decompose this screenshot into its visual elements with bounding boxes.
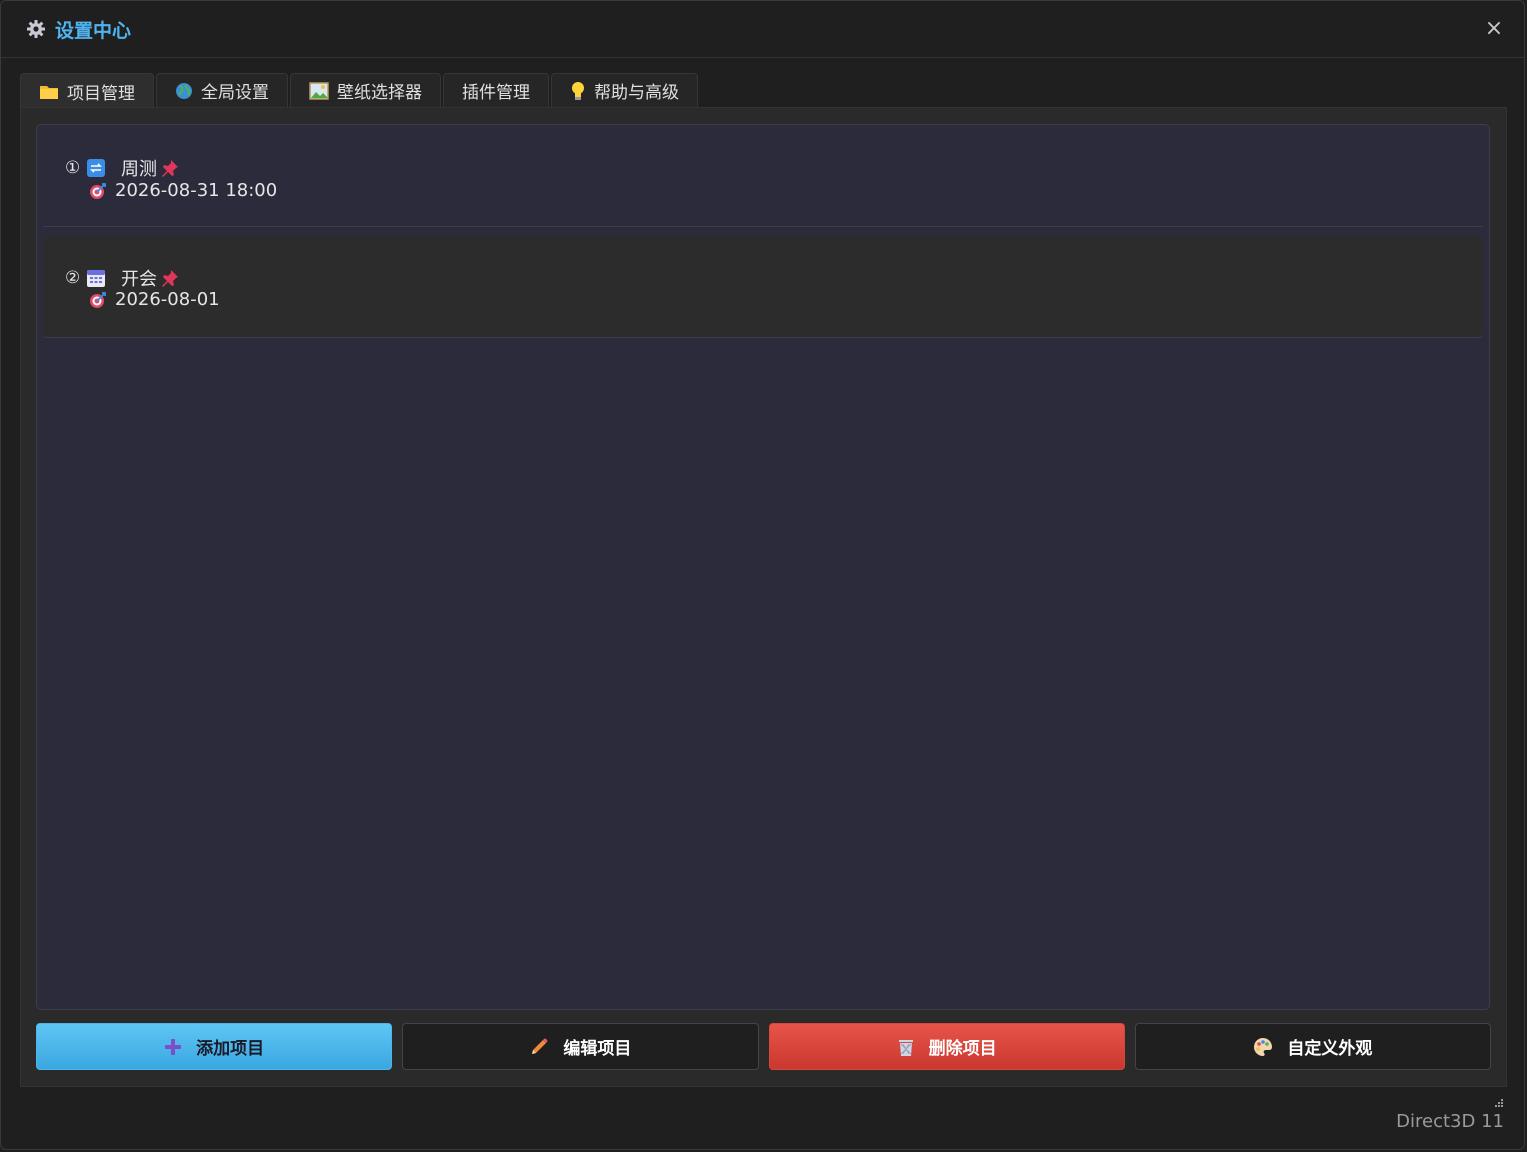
item-date: 2026-08-01 <box>115 289 220 310</box>
tab-label: 项目管理 <box>67 84 135 104</box>
tab-help-advanced[interactable]: 帮助与高级 <box>551 73 698 107</box>
list-item[interactable]: ② 开会 2026-08-01 <box>43 236 1483 338</box>
palette-icon <box>1253 1037 1273 1057</box>
plus-icon <box>164 1038 182 1056</box>
tab-wallpaper-picker[interactable]: 壁纸选择器 <box>290 73 441 107</box>
tab-panel: ① 周测 2026-08-31 18:00 ② 开会 2026-08-01 添加… <box>20 107 1507 1087</box>
tab-bar: 项目管理 全局设置 壁纸选择器 插件管理 帮助与高级 <box>20 73 700 109</box>
add-button-label: 添加项目 <box>196 1039 265 1059</box>
pin-icon <box>161 269 179 287</box>
target-icon <box>89 182 107 200</box>
settings-window: 设置中心 × 项目管理 全局设置 壁纸选择器 插件管理 帮助与高级 ① 周测 2… <box>0 0 1525 1150</box>
tab-project-management[interactable]: 项目管理 <box>20 73 154 109</box>
item-index: ② <box>65 268 81 288</box>
target-icon <box>89 291 107 309</box>
edit-project-button[interactable]: 编辑项目 <box>402 1023 759 1070</box>
title-bar[interactable]: 设置中心 × <box>1 1 1524 58</box>
add-project-button[interactable]: 添加项目 <box>36 1023 393 1070</box>
project-list[interactable]: ① 周测 2026-08-31 18:00 ② 开会 2026-08-01 <box>36 124 1490 1010</box>
tab-label: 壁纸选择器 <box>337 83 422 103</box>
repeat-icon <box>87 159 105 177</box>
tab-label: 帮助与高级 <box>594 83 679 103</box>
item-date: 2026-08-31 18:00 <box>115 180 278 201</box>
pin-icon <box>161 159 179 177</box>
status-text: Direct3D 11 <box>1396 1111 1504 1132</box>
customize-button-label: 自定义外观 <box>1287 1039 1373 1059</box>
customize-appearance-button[interactable]: 自定义外观 <box>1134 1023 1491 1070</box>
resize-grip[interactable] <box>1492 1095 1504 1107</box>
list-item[interactable]: ① 周测 2026-08-31 18:00 <box>43 125 1483 227</box>
trash-icon <box>897 1037 915 1057</box>
tab-label: 全局设置 <box>201 83 269 103</box>
tab-label: 插件管理 <box>462 83 530 103</box>
edit-button-label: 编辑项目 <box>563 1039 632 1059</box>
picture-icon <box>309 81 329 100</box>
lightbulb-icon <box>570 81 586 101</box>
globe-icon <box>175 82 193 100</box>
window-title: 设置中心 <box>55 19 132 42</box>
delete-project-button[interactable]: 删除项目 <box>768 1023 1125 1070</box>
tab-plugin-management[interactable]: 插件管理 <box>443 73 549 107</box>
close-button[interactable]: × <box>1482 17 1506 41</box>
calendar-icon <box>87 269 105 287</box>
delete-button-label: 删除项目 <box>928 1039 997 1059</box>
folder-icon <box>39 84 59 100</box>
item-name: 周测 <box>121 159 157 180</box>
action-buttons: 添加项目 编辑项目 删除项目 自定义外观 <box>36 1023 1491 1071</box>
tab-global-settings[interactable]: 全局设置 <box>156 73 288 107</box>
item-index: ① <box>65 158 81 178</box>
pencil-icon <box>529 1037 549 1057</box>
item-name: 开会 <box>121 269 157 290</box>
gear-icon <box>25 18 47 40</box>
